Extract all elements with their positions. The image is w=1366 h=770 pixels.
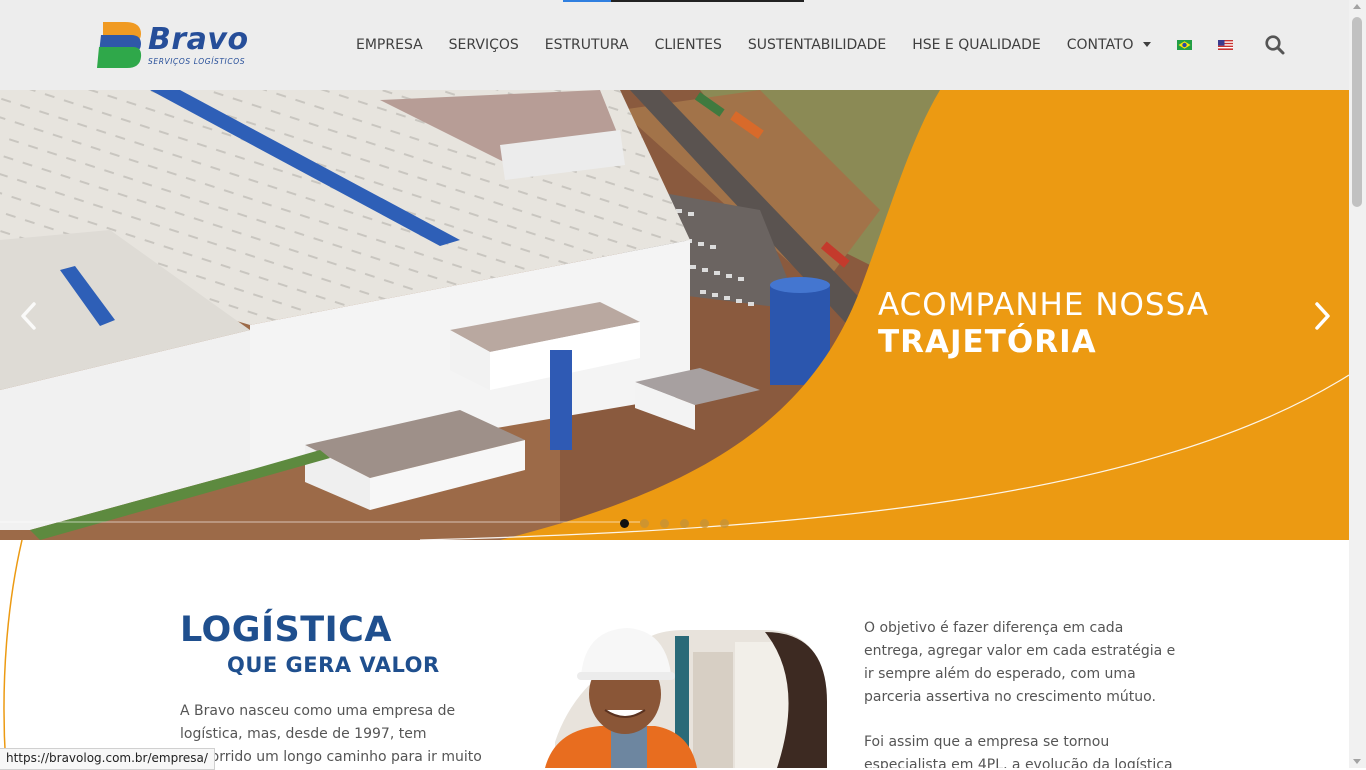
nav-item-servicos[interactable]: SERVIÇOS [449,37,519,53]
section-paragraph-2: Foi assim que a empresa se tornou especi… [864,734,1173,768]
search-icon[interactable] [1264,34,1286,56]
bravo-logo-icon [97,22,142,68]
usa-flag-icon[interactable] [1217,40,1233,50]
nav-item-sustentabilidade[interactable]: SUSTENTABILIDADE [748,37,886,53]
worker-photo [545,628,827,768]
hero-slider: ACOMPANHE NOSSA TRAJETÓRIA [0,90,1349,540]
slider-dot-6[interactable] [720,519,729,528]
about-section: LOGÍSTICA QUE GERA VALOR A Bravo nasceu … [0,540,1349,768]
slider-dot-5[interactable] [700,519,709,528]
scrollbar-thumb[interactable] [1352,17,1362,207]
section-right-text: O objetivo é fazer diferença em cada ent… [864,617,1184,768]
hero-title: ACOMPANHE NOSSA TRAJETÓRIA [878,287,1209,361]
slider-dot-4[interactable] [680,519,689,528]
chevron-left-icon[interactable] [14,298,44,334]
vertical-scrollbar[interactable] [1349,0,1366,768]
site-header: Bravo SERVIÇOS LOGÍSTICOS EMPRESA SERVIÇ… [0,0,1349,90]
section-intro: A Bravo nasceu como uma empresa de logís… [180,703,482,765]
brand-name: Bravo [148,22,249,57]
nav-item-contato[interactable]: CONTATO [1067,37,1151,53]
hero-title-line1: ACOMPANHE NOSSA [878,287,1210,323]
chevron-right-icon[interactable] [1307,298,1337,334]
nav-item-clientes[interactable]: CLIENTES [655,37,722,53]
scroll-up-icon[interactable] [1353,4,1361,9]
section-paragraph-1: O objetivo é fazer diferença em cada ent… [864,620,1176,705]
slider-pagination [620,519,740,528]
nav-item-empresa[interactable]: EMPRESA [356,37,423,53]
hero-title-line2: TRAJETÓRIA [878,324,1097,360]
main-nav: EMPRESA SERVIÇOS ESTRUTURA CLIENTES SUST… [343,34,1246,56]
nav-item-contato-label: CONTATO [1066,37,1134,53]
brand-logo[interactable]: Bravo SERVIÇOS LOGÍSTICOS [97,20,257,72]
section-subtitle: QUE GERA VALOR [227,653,440,677]
link-status-bar: https://bravolog.com.br/empresa/ [0,748,215,770]
slider-dot-1[interactable] [620,519,629,528]
brand-tagline: SERVIÇOS LOGÍSTICOS [148,57,246,66]
slider-dot-2[interactable] [640,519,649,528]
page-viewport: Bravo SERVIÇOS LOGÍSTICOS EMPRESA SERVIÇ… [0,0,1349,768]
nav-item-estrutura[interactable]: ESTRUTURA [545,37,629,53]
chevron-down-icon [1142,41,1151,47]
slider-dot-3[interactable] [660,519,669,528]
loading-progress-bar [563,0,804,2]
brazil-flag-icon[interactable] [1176,40,1192,50]
decorative-curve [3,540,23,768]
nav-item-hse-qualidade[interactable]: HSE E QUALIDADE [912,37,1041,53]
section-title: LOGÍSTICA [180,610,392,650]
scroll-down-icon[interactable] [1353,759,1361,764]
